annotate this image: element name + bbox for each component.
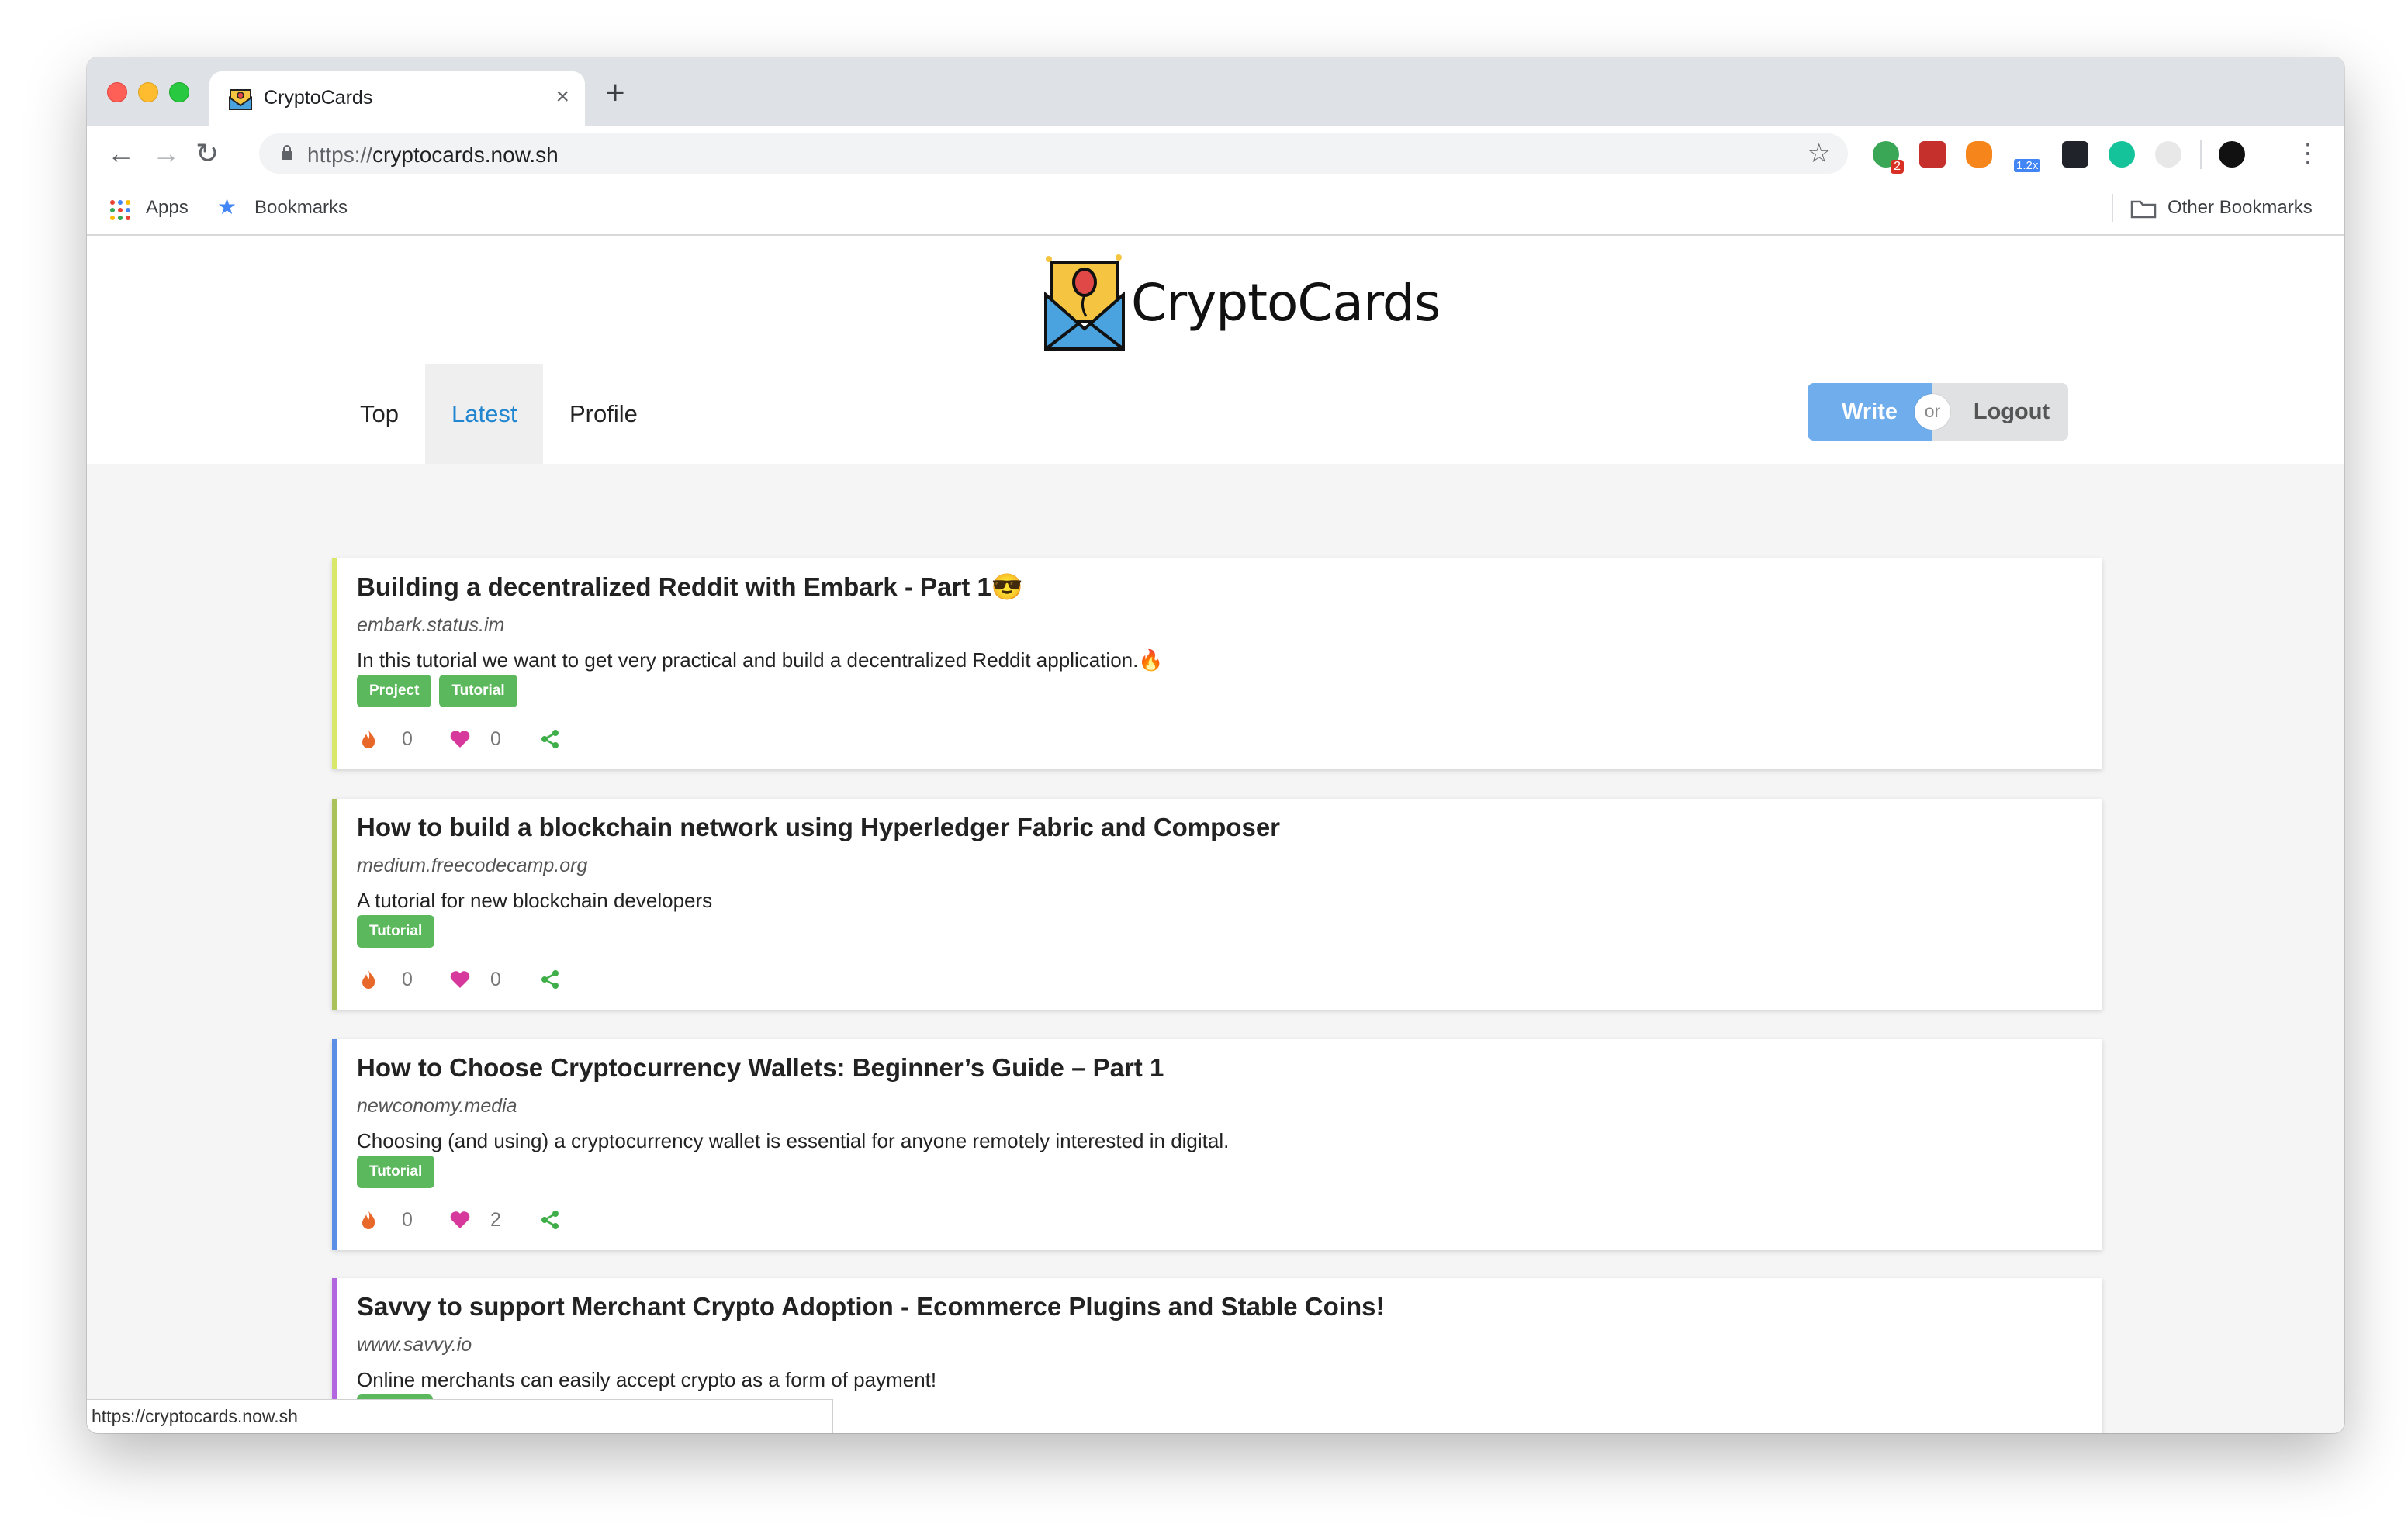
heart-icon[interactable]	[448, 727, 472, 751]
tag-badge[interactable]: Tutorial	[357, 915, 435, 948]
bookmark-other-bookmarks[interactable]: Other Bookmarks	[2168, 197, 2313, 219]
post-description: Online merchants can easily accept crypt…	[357, 1368, 937, 1391]
post-card[interactable]: How to build a blockchain network using …	[332, 799, 2102, 1010]
site-logo[interactable]: CryptoCards	[1041, 251, 1441, 352]
zoom-window-button[interactable]	[169, 82, 189, 102]
bookmark-star-icon[interactable]: ☆	[1808, 138, 1831, 169]
apps-grid-icon	[110, 200, 130, 220]
post-stats: 0 0	[357, 727, 667, 752]
envelope-balloon-logo-icon	[1044, 254, 1125, 351]
post-card[interactable]: How to Choose Cryptocurrency Wallets: Be…	[332, 1039, 2102, 1250]
tab-strip: CryptoCards × +	[87, 57, 2344, 126]
close-tab-icon[interactable]: ×	[555, 84, 569, 110]
bookmark-bookmarks[interactable]: Bookmarks	[254, 197, 348, 219]
browser-menu-icon[interactable]: ⋮	[2295, 136, 2321, 171]
toolbar-divider	[2200, 140, 2202, 169]
post-tags: Tutorial	[357, 915, 435, 948]
or-divider: or	[1915, 394, 1950, 430]
post-stats: 0 2	[357, 1208, 667, 1233]
post-title[interactable]: Building a decentralized Reddit with Emb…	[357, 572, 1023, 603]
browser-tab[interactable]: CryptoCards ×	[209, 71, 585, 126]
extension-badge: 2	[1891, 160, 1904, 174]
post-tags: Project Tutorial	[357, 675, 517, 707]
profile-avatar[interactable]	[2219, 141, 2245, 168]
post-card[interactable]: Building a decentralized Reddit with Emb…	[332, 558, 2102, 769]
heart-icon[interactable]	[448, 1208, 472, 1232]
fire-icon[interactable]	[357, 968, 380, 991]
fire-count: 0	[402, 728, 413, 750]
extension-lastpass-icon[interactable]	[1919, 141, 1946, 168]
lock-icon	[282, 145, 292, 160]
fire-count: 0	[402, 969, 413, 990]
reload-button[interactable]: ↻	[195, 136, 219, 171]
cryptocards-favicon-icon	[229, 89, 252, 110]
like-count: 2	[490, 1209, 501, 1231]
page-content: CryptoCards Top Latest Profile Write Log…	[87, 236, 2344, 1433]
nav-tab-profile[interactable]: Profile	[543, 364, 664, 464]
bookmarks-bar: Apps ★ Bookmarks Other Bookmarks	[87, 183, 2344, 236]
write-button[interactable]: Write	[1808, 383, 1932, 441]
close-window-button[interactable]	[107, 82, 127, 102]
post-stats: 0 0	[357, 968, 667, 993]
address-bar[interactable]: https://cryptocards.now.sh ☆	[259, 133, 1848, 174]
extension-timer-icon[interactable]: 2	[1873, 141, 1904, 174]
extension-react-devtools-icon[interactable]	[2062, 141, 2088, 168]
post-source: medium.freecodecamp.org	[357, 855, 588, 876]
minimize-window-button[interactable]	[138, 82, 158, 102]
status-bar-url: https://cryptocards.now.sh	[87, 1399, 833, 1433]
tag-badge[interactable]: Project	[357, 675, 432, 707]
fire-icon[interactable]	[357, 1208, 380, 1232]
post-title[interactable]: Savvy to support Merchant Crypto Adoptio…	[357, 1292, 1384, 1322]
extension-generic-icon[interactable]	[2155, 141, 2181, 168]
forward-button[interactable]: →	[152, 136, 180, 171]
share-icon[interactable]	[538, 1208, 562, 1232]
extension-metamask-icon[interactable]	[1966, 141, 1992, 168]
extension-video-speed-icon[interactable]: 1.2x	[2014, 141, 2041, 172]
logout-label: Logout	[1973, 399, 2050, 424]
bookmark-apps[interactable]: Apps	[146, 197, 189, 219]
bookmarks-divider	[2112, 194, 2113, 222]
nav-tab-top[interactable]: Top	[334, 364, 425, 464]
nav-tab-latest[interactable]: Latest	[425, 364, 544, 464]
share-icon[interactable]	[538, 968, 562, 991]
logout-button[interactable]: Logout	[1932, 383, 2068, 441]
post-description: In this tutorial we want to get very pra…	[357, 648, 1164, 672]
fire-icon[interactable]	[357, 727, 380, 751]
folder-icon	[2130, 200, 2157, 219]
post-source: embark.status.im	[357, 614, 505, 636]
post-source: newconomy.media	[357, 1095, 517, 1117]
site-header: CryptoCards Top Latest Profile Write Log…	[87, 236, 2344, 464]
fire-count: 0	[402, 1209, 413, 1231]
post-title[interactable]: How to Choose Cryptocurrency Wallets: Be…	[357, 1053, 1164, 1083]
like-count: 0	[490, 728, 501, 750]
tag-badge[interactable]: Tutorial	[439, 675, 517, 707]
url-text: https://cryptocards.now.sh	[307, 143, 559, 167]
video-speed-label: 1.2x	[2014, 159, 2041, 172]
bookmark-star-icon: ★	[217, 195, 237, 219]
post-tags: Tutorial	[357, 1156, 435, 1188]
post-description: A tutorial for new blockchain developers	[357, 889, 713, 912]
browser-toolbar: ← → ↻ https://cryptocards.now.sh ☆ 2 1.2…	[87, 126, 2344, 183]
new-tab-button[interactable]: +	[605, 76, 625, 110]
post-description: Choosing (and using) a cryptocurrency wa…	[357, 1129, 1230, 1152]
like-count: 0	[490, 969, 501, 990]
logo-text: CryptoCards	[1131, 273, 1441, 333]
tag-badge[interactable]: Tutorial	[357, 1156, 435, 1188]
tab-title: CryptoCards	[264, 87, 373, 109]
post-source: www.savvy.io	[357, 1334, 472, 1356]
heart-icon[interactable]	[448, 968, 472, 991]
post-title[interactable]: How to build a blockchain network using …	[357, 813, 1280, 842]
share-icon[interactable]	[538, 727, 562, 751]
browser-window: CryptoCards × + ← → ↻ https://cryptocard…	[87, 57, 2344, 1433]
extension-grammarly-icon[interactable]	[2109, 141, 2135, 168]
back-button[interactable]: ←	[107, 136, 135, 171]
